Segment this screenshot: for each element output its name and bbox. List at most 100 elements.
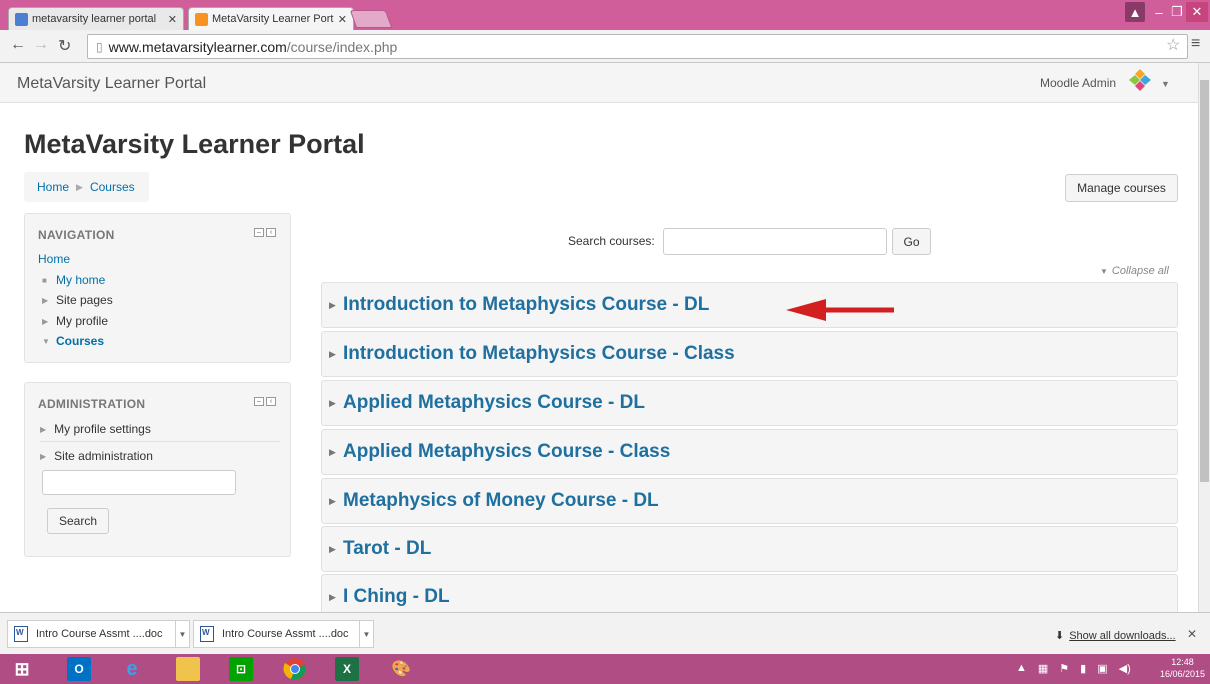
- course-name-link[interactable]: I Ching - DL: [343, 586, 450, 608]
- collapse-all-link[interactable]: ▼ Collapse all: [1100, 265, 1169, 277]
- page-icon: ▯: [96, 39, 103, 54]
- course-name-link[interactable]: Introduction to Metaphysics Course - DL: [343, 294, 709, 316]
- back-icon[interactable]: ←: [10, 36, 26, 54]
- admin-item-site-administration[interactable]: ▶ Site administration: [40, 449, 153, 463]
- admin-item-label: Site administration: [54, 449, 153, 463]
- expand-icon: ▶: [329, 591, 336, 602]
- nav-item-label: Courses: [56, 334, 105, 348]
- course-item[interactable]: ▶ Metaphysics of Money Course - DL: [321, 478, 1178, 524]
- navigation-block-title: NAVIGATION: [38, 228, 115, 242]
- clock-time: 12:48: [1171, 657, 1194, 667]
- block-hide-icon[interactable]: –: [254, 397, 264, 406]
- course-item[interactable]: ▶ I Ching - DL: [321, 574, 1178, 612]
- search-courses-label: Search courses:: [568, 234, 655, 248]
- breadcrumb: Home ▶ Courses: [24, 172, 149, 202]
- system-tray: ▲ ▦ ⚑ ▮ ▣ ◀): [1016, 662, 1131, 675]
- profile-icon[interactable]: ▲: [1125, 2, 1145, 22]
- admin-item-profile-settings[interactable]: ▶ My profile settings: [40, 422, 151, 436]
- store-icon[interactable]: ⊡: [229, 657, 253, 681]
- browser-titlebar: metavarsity learner portal ✕ MetaVarsity…: [0, 0, 1210, 30]
- block-hide-icon[interactable]: –: [254, 228, 264, 237]
- bookmark-star-icon[interactable]: ☆: [1166, 35, 1180, 55]
- administration-block-title: ADMINISTRATION: [38, 397, 146, 411]
- address-bar[interactable]: ▯ www.metavarsitylearner.com/course/inde…: [87, 34, 1188, 59]
- action-center-flag-icon[interactable]: ⚑: [1059, 662, 1069, 675]
- reload-icon[interactable]: ↻: [58, 36, 71, 56]
- close-window-icon[interactable]: ✕: [1186, 2, 1208, 22]
- close-tab-icon[interactable]: ✕: [338, 13, 347, 26]
- nav-item-site-pages[interactable]: ▶ Site pages: [42, 293, 113, 307]
- show-all-downloads-label: Show all downloads...: [1069, 629, 1176, 642]
- course-name-link[interactable]: Introduction to Metaphysics Course - Cla…: [343, 343, 735, 365]
- paint-icon[interactable]: 🎨: [389, 657, 413, 681]
- site-brand-link[interactable]: MetaVarsity Learner Portal: [17, 75, 206, 93]
- course-name-link[interactable]: Metaphysics of Money Course - DL: [343, 490, 659, 512]
- download-menu-icon[interactable]: ▼: [175, 621, 189, 647]
- outlook-icon[interactable]: O: [67, 657, 91, 681]
- course-name-link[interactable]: Tarot - DL: [343, 538, 431, 560]
- volume-icon[interactable]: ◀): [1119, 662, 1131, 675]
- triangle-right-icon: ▶: [42, 316, 49, 326]
- page-content: MetaVarsity Learner Portal Moodle Admin …: [0, 63, 1198, 612]
- nav-home-link[interactable]: Home: [38, 252, 70, 266]
- admin-search-button[interactable]: Search: [47, 508, 109, 534]
- admin-search-input[interactable]: [42, 470, 236, 495]
- nav-item-courses[interactable]: ▼ Courses: [42, 334, 104, 348]
- scrollbar-thumb[interactable]: [1200, 80, 1209, 482]
- close-downloads-icon[interactable]: ✕: [1187, 627, 1197, 641]
- network-icon[interactable]: ▣: [1097, 662, 1107, 675]
- download-filename: Intro Course Assmt ....doc: [36, 628, 163, 640]
- user-menu-name[interactable]: Moodle Admin: [1040, 76, 1116, 90]
- course-item[interactable]: ▶ Applied Metaphysics Course - DL: [321, 380, 1178, 426]
- tab-title: metavarsity learner portal: [32, 13, 157, 25]
- browser-tab-2[interactable]: MetaVarsity Learner Porta ✕: [188, 7, 354, 30]
- download-item[interactable]: Intro Course Assmt ....doc ▼: [7, 620, 190, 648]
- course-name-link[interactable]: Applied Metaphysics Course - DL: [343, 392, 645, 414]
- nav-item-my-profile[interactable]: ▶ My profile: [42, 314, 108, 328]
- collapse-all-label: Collapse all: [1111, 265, 1169, 277]
- tray-expand-icon[interactable]: ▲: [1016, 662, 1027, 675]
- course-item[interactable]: ▶ Introduction to Metaphysics Course - C…: [321, 331, 1178, 377]
- google-sites-icon: [15, 12, 28, 26]
- search-courses-input[interactable]: [663, 228, 887, 255]
- triangle-right-icon: ▶: [40, 451, 47, 461]
- admin-item-label: My profile settings: [54, 422, 151, 436]
- block-dock-icon[interactable]: ‹: [266, 397, 276, 406]
- close-tab-icon[interactable]: ✕: [168, 13, 177, 26]
- file-explorer-icon[interactable]: [176, 657, 200, 681]
- browser-tab-1[interactable]: metavarsity learner portal ✕: [8, 7, 184, 30]
- expand-icon: ▶: [329, 446, 336, 457]
- manage-courses-button[interactable]: Manage courses: [1065, 174, 1178, 202]
- tray-app-icon[interactable]: ▦: [1038, 662, 1048, 675]
- download-item[interactable]: Intro Course Assmt ....doc ▼: [193, 620, 374, 648]
- address-host: www.metavarsitylearner.com: [108, 38, 287, 55]
- power-icon[interactable]: ▮: [1080, 662, 1086, 675]
- course-name-link[interactable]: Applied Metaphysics Course - Class: [343, 441, 670, 463]
- block-dock-icon[interactable]: ‹: [266, 228, 276, 237]
- course-item[interactable]: ▶ Introduction to Metaphysics Course - D…: [321, 282, 1178, 328]
- nav-item-label: Site pages: [56, 293, 113, 307]
- menu-icon[interactable]: ≡: [1191, 35, 1200, 53]
- internet-explorer-icon[interactable]: e: [120, 657, 144, 681]
- new-tab-button[interactable]: [349, 10, 393, 28]
- download-filename: Intro Course Assmt ....doc: [222, 628, 349, 640]
- user-menu-caret-icon[interactable]: ▼: [1161, 79, 1170, 89]
- maximize-icon[interactable]: ❐: [1170, 2, 1184, 22]
- course-item[interactable]: ▶ Tarot - DL: [321, 526, 1178, 572]
- nav-item-label: My profile: [56, 314, 109, 328]
- chrome-icon[interactable]: [283, 657, 307, 681]
- user-avatar-icon[interactable]: [1129, 69, 1151, 91]
- windows-start-icon[interactable]: ⊞: [10, 657, 34, 681]
- breadcrumb-courses[interactable]: Courses: [90, 180, 135, 194]
- nav-item-my-home[interactable]: ■ My home: [42, 273, 105, 287]
- show-all-downloads-link[interactable]: ⬇ Show all downloads...: [1055, 629, 1176, 643]
- course-item[interactable]: ▶ Applied Metaphysics Course - Class: [321, 429, 1178, 475]
- excel-icon[interactable]: X: [335, 657, 359, 681]
- minimize-icon[interactable]: –: [1150, 2, 1168, 22]
- taskbar-clock[interactable]: 12:48 16/06/2015: [1160, 656, 1205, 680]
- forward-icon[interactable]: →: [33, 36, 49, 54]
- breadcrumb-home[interactable]: Home: [37, 180, 69, 194]
- search-go-button[interactable]: Go: [892, 228, 931, 255]
- download-arrow-icon: ⬇: [1055, 630, 1065, 642]
- download-menu-icon[interactable]: ▼: [359, 621, 373, 647]
